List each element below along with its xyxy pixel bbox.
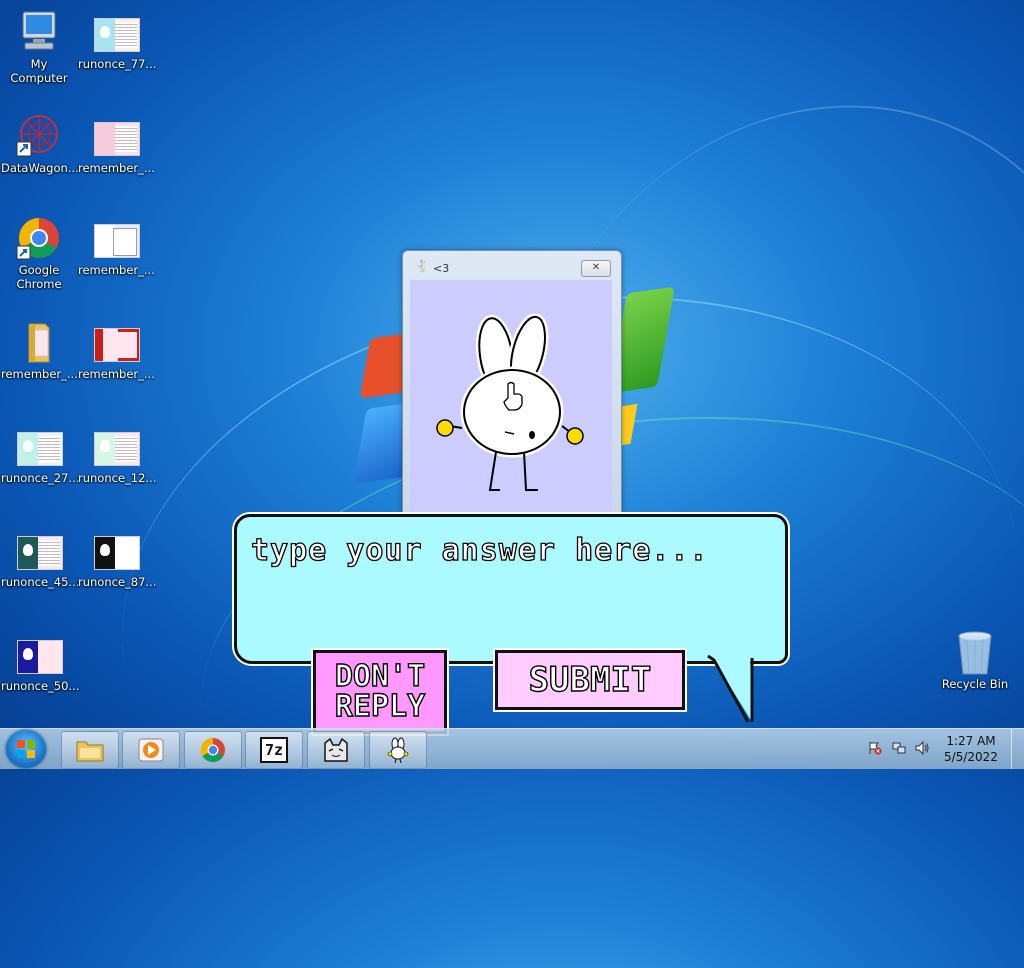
taskbar-explorer[interactable] [61,731,119,769]
window-client-area [410,280,612,518]
icon-label: runonce_45... [1,575,80,589]
icon-label: remember_... [78,367,155,381]
chrome-icon [200,738,225,763]
desktop-icon-runonce-87[interactable]: runonce_87... [78,528,157,589]
cat-app-icon [324,737,348,762]
taskbar-media-player[interactable] [122,731,180,769]
image-file-icon [92,10,140,54]
datawagon-shortcut-icon [15,114,63,158]
image-file-icon [15,632,63,676]
desktop-icon-remember-3[interactable]: remember_... [78,320,155,381]
submit-button[interactable]: SUBMIT [495,650,685,710]
desktop-icon-my-computer[interactable]: My Computer [1,10,77,85]
action-center-flag-icon[interactable] [868,741,882,755]
system-clock[interactable]: 1:27 AM 5/5/2022 [936,733,1006,765]
desktop-icon-runonce-77[interactable]: runonce_77... [78,10,157,71]
image-file-icon [92,424,140,468]
image-file-icon [15,528,63,572]
icon-label: Recycle Bin [941,677,1009,691]
clock-time: 1:27 AM [946,734,996,748]
icon-label: runonce_50... [1,679,80,693]
bunny-popup-window[interactable]: 🐇 <3 ✕ [402,250,622,520]
start-orb-icon[interactable] [6,730,46,768]
icon-label: runonce_87... [78,575,157,589]
desktop-icon-runonce-50[interactable]: runonce_50... [1,632,80,693]
icon-label: runonce_27... [1,471,80,485]
icon-label: remember_... [78,263,155,277]
recycle-bin-icon [951,630,999,675]
icon-label: runonce_12... [78,471,157,485]
media-player-icon [138,738,164,762]
computer-icon [15,10,63,54]
taskbar-cat-app[interactable] [307,731,365,769]
speech-bubble-tail [707,654,754,723]
desktop-icon-remember-folder[interactable]: remember_... [1,320,78,381]
desktop-icon-remember-1[interactable]: remember_... [78,114,155,175]
icon-label: My Computer [10,57,68,85]
icon-label: remember_... [78,161,155,175]
speech-bubble [234,514,788,664]
volume-icon[interactable] [915,741,929,755]
image-file-icon [92,528,140,572]
answer-input[interactable] [249,529,773,571]
image-file-icon [15,424,63,468]
folder-icon [15,320,63,364]
desktop-icon-datawagon[interactable]: DataWagon... [1,114,79,175]
taskbar: 7z 1:27 AM 5/5/2022 [0,728,1024,769]
image-file-icon [92,320,140,364]
bunny-app-icon [387,737,409,763]
chrome-icon [15,216,63,260]
icon-label: runonce_77... [78,57,157,71]
taskbar-chrome[interactable] [184,731,242,769]
desktop-icon-runonce-45[interactable]: runonce_45... [1,528,80,589]
network-icon[interactable] [892,741,906,755]
desktop-icon-runonce-12[interactable]: runonce_12... [78,424,157,485]
show-desktop-button[interactable] [1011,729,1024,769]
window-title: <3 [433,262,450,275]
7zip-icon: 7z [260,737,288,763]
desktop-icon-google-chrome[interactable]: Google Chrome [1,216,77,291]
window-close-button[interactable]: ✕ [581,260,611,277]
taskbar-7zip[interactable]: 7z [245,731,303,769]
icon-label: remember_... [1,367,78,381]
icon-label: DataWagon... [1,161,79,175]
bunny-window-icon: 🐇 [415,259,430,273]
image-file-icon [92,216,140,260]
desktop-icon-recycle-bin[interactable]: Recycle Bin [937,630,1013,691]
dont-reply-button[interactable]: DON'T REPLY [313,650,447,734]
explorer-icon [76,741,104,762]
desktop-icon-runonce-27[interactable]: runonce_27... [1,424,80,485]
icon-label: Google Chrome [16,263,62,291]
desktop-icon-remember-2[interactable]: remember_... [78,216,155,277]
clock-date: 5/5/2022 [944,750,998,764]
image-file-icon [92,114,140,158]
taskbar-bunny-app[interactable] [369,731,427,769]
bunny-character [436,313,584,491]
